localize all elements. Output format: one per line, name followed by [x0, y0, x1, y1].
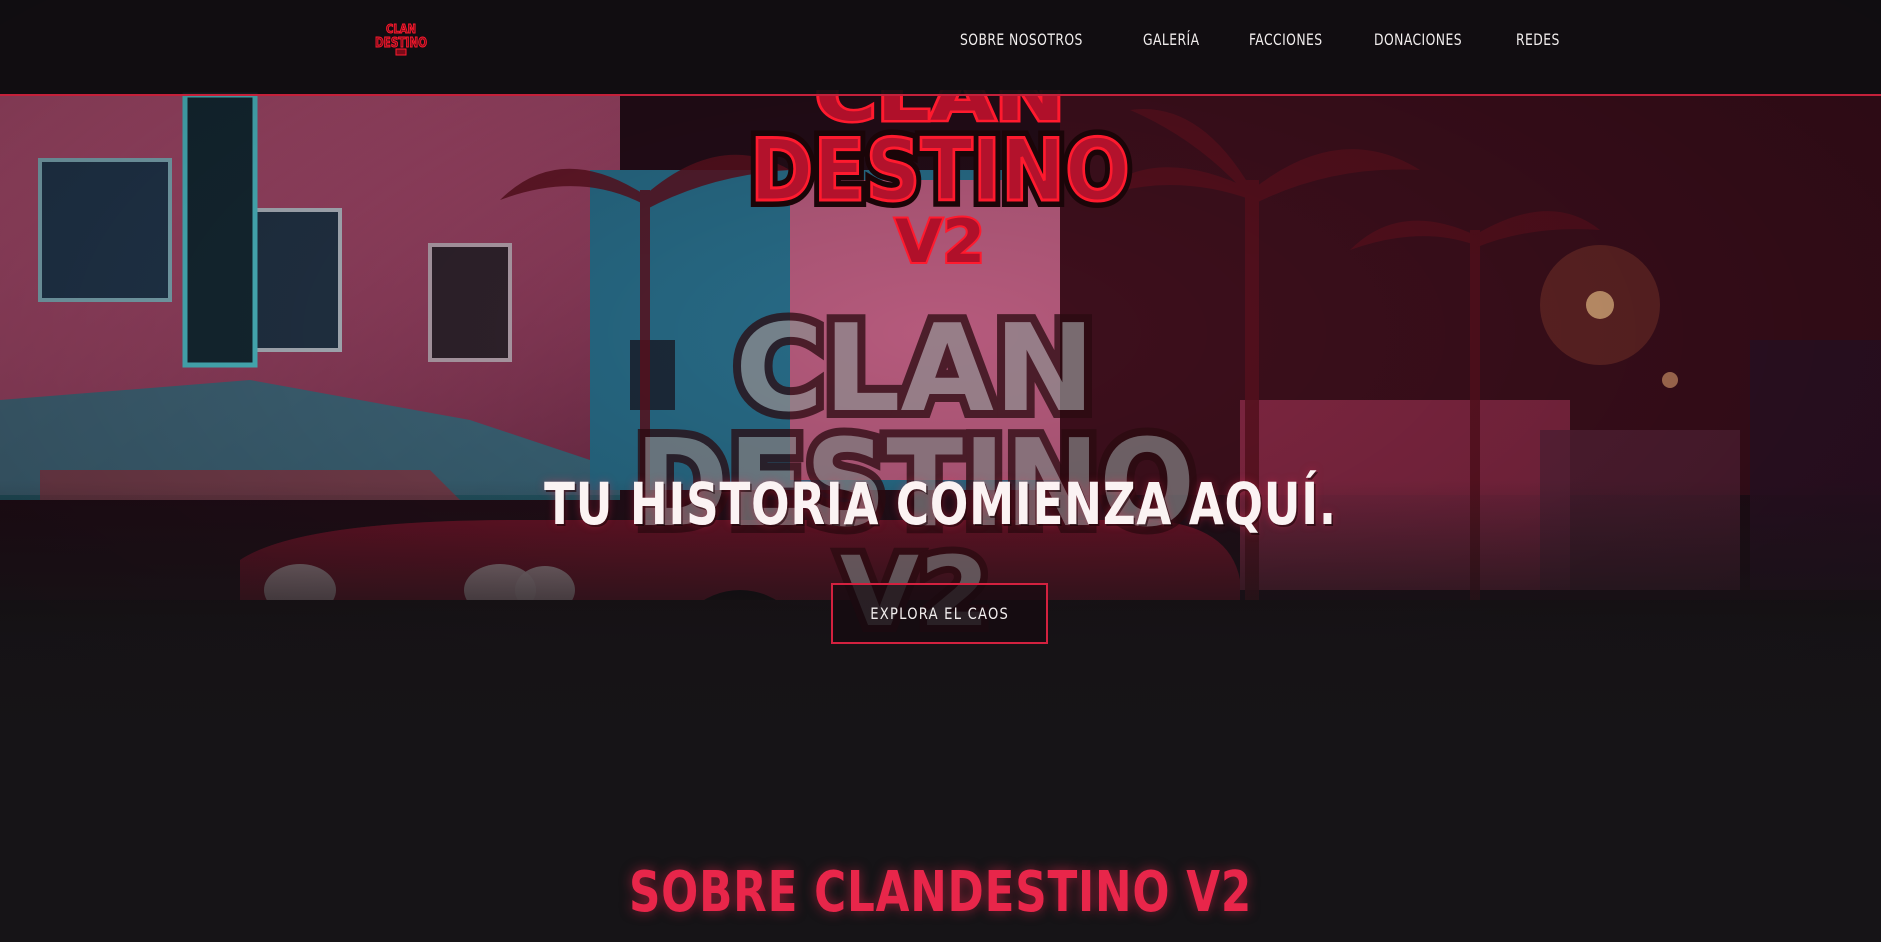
hero-title: TU HISTORIA COMIENZA AQUÍ.	[544, 470, 1337, 538]
hero-logo-line2-outline: DESTINO	[750, 121, 1130, 221]
nav-link-galeria[interactable]: GALERÍA	[1143, 30, 1200, 49]
explore-chaos-button[interactable]: EXPLORA EL CAOS	[831, 583, 1048, 644]
nav-menu: SOBRE NOSOTROS GALERÍA FACCIONES DONACIO…	[960, 30, 1607, 49]
explore-chaos-button-label: EXPLORA EL CAOS	[870, 604, 1009, 623]
nav-link-donaciones[interactable]: DONACIONES	[1374, 30, 1462, 49]
hero-logo: CLAN DESTINO DESTINO V2	[743, 90, 1137, 279]
nav-link-facciones[interactable]: FACCIONES	[1249, 30, 1323, 49]
hero-logo-line3: V2	[895, 207, 985, 277]
about-section-title: SOBRE CLANDESTINO V2	[628, 860, 1253, 925]
nav-link-sobre-nosotros[interactable]: SOBRE NOSOTROS	[960, 30, 1083, 49]
nav-logo-line1: CLAN	[386, 22, 416, 36]
navbar: CLAN DESTINO SOBRE NOSOTROS GALERÍA FACC…	[0, 0, 1881, 96]
page: CLAN DESTINO DESTINO V2 CLAN DESTINO V2 …	[0, 0, 1881, 942]
nav-link-redes[interactable]: REDES	[1516, 30, 1560, 49]
clan-destino-logo-icon[interactable]: CLAN DESTINO	[372, 20, 430, 56]
